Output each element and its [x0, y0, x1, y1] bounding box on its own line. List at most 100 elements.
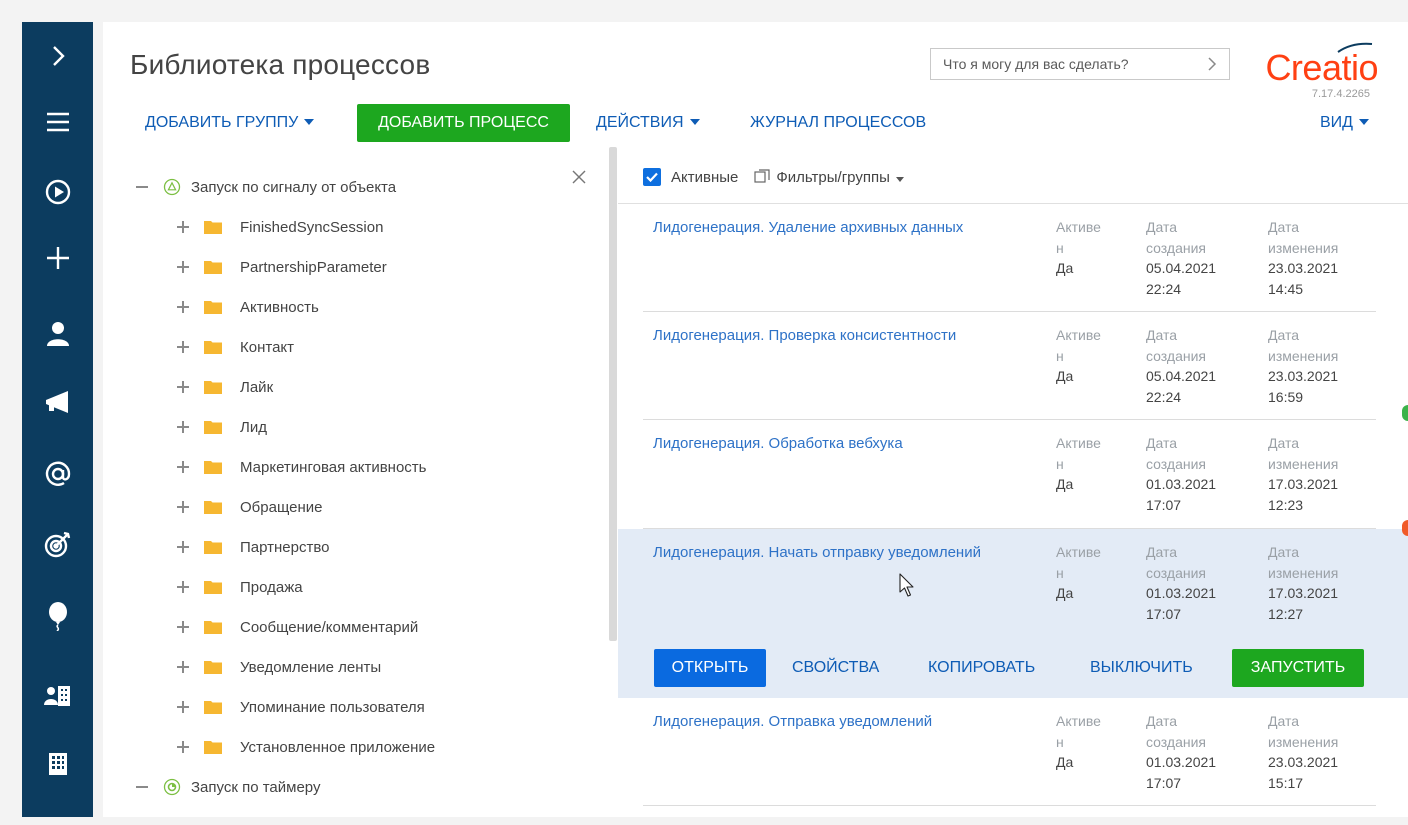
expand-toggle[interactable]: [176, 580, 190, 594]
expand-toggle[interactable]: [176, 340, 190, 354]
expand-toggle[interactable]: [176, 660, 190, 674]
modified-date: 23.03.2021: [1268, 754, 1339, 770]
table-row[interactable]: Лидогенерация. Удаление архивных данных А…: [618, 204, 1408, 312]
tree-scrollbar[interactable]: [609, 147, 617, 641]
collapse-toggle[interactable]: [135, 780, 149, 794]
organizations-button[interactable]: [22, 742, 93, 786]
tree-node-folder[interactable]: FinishedSyncSession: [176, 215, 383, 239]
tree-node-folder[interactable]: Партнерство: [176, 535, 330, 559]
folder-icon: [204, 221, 222, 234]
table-row[interactable]: Лидогенерация. Отправка уведомлений Актив…: [618, 698, 1408, 806]
expand-toggle[interactable]: [176, 260, 190, 274]
balloon-icon: [48, 602, 67, 631]
expand-toggle[interactable]: [176, 620, 190, 634]
tree-node-label: Лид: [240, 418, 267, 436]
tree-node-folder[interactable]: Лайк: [176, 375, 273, 399]
active-label: Активе: [1056, 713, 1101, 729]
add-process-button[interactable]: ДОБАВИТЬ ПРОЦЕСС: [357, 104, 570, 142]
command-line-input[interactable]: Что я могу для вас сделать?: [930, 48, 1230, 80]
email-button[interactable]: [22, 452, 93, 496]
process-name-link[interactable]: Лидогенерация. Удаление архивных данных: [653, 217, 1033, 239]
actions-menu-button[interactable]: ДЕЙСТВИЯ: [596, 114, 700, 132]
tree-node-folder[interactable]: Активность: [176, 295, 319, 319]
contacts-button[interactable]: [22, 312, 93, 356]
active-checkbox[interactable]: [643, 168, 661, 186]
view-menu-button[interactable]: ВИД: [1320, 114, 1370, 132]
tree-node-folder[interactable]: Лид: [176, 415, 267, 439]
menu-icon: [46, 112, 69, 132]
active-column: Активе н Да: [1056, 433, 1116, 495]
modified-label-wrap: изменения: [1268, 455, 1339, 472]
tree-node-signal[interactable]: Запуск по сигналу от объекта: [135, 175, 396, 199]
disable-button[interactable]: ВЫКЛЮЧИТЬ: [1090, 649, 1193, 687]
created-label: Дата: [1146, 219, 1178, 235]
tree-node-folder[interactable]: Уведомление ленты: [176, 655, 381, 679]
expand-toggle[interactable]: [176, 300, 190, 314]
opportunities-button[interactable]: [22, 594, 93, 638]
tree-node-label: Активность: [240, 298, 319, 316]
modified-time: 12:23: [1268, 496, 1304, 513]
table-row[interactable]: Лидогенерация. Проверка консистентности А…: [618, 312, 1408, 420]
tree-node-folder[interactable]: Сообщение/комментарий: [176, 615, 418, 639]
open-button[interactable]: ОТКРЫТЬ: [654, 649, 766, 687]
tree-node-folder[interactable]: Контакт: [176, 335, 294, 359]
expand-toggle[interactable]: [176, 380, 190, 394]
collapse-toggle[interactable]: [135, 180, 149, 194]
process-name-link[interactable]: Лидогенерация. Проверка консистентности: [653, 325, 1033, 347]
tree-node-folder[interactable]: Обращение: [176, 495, 322, 519]
tree-node-timer[interactable]: Запуск по таймеру: [135, 775, 320, 799]
tree-node-folder[interactable]: Продажа: [176, 575, 303, 599]
tree-node-folder[interactable]: Установленное приложение: [176, 735, 435, 759]
created-column: Дата создания 01.03.2021 17:07: [1146, 542, 1246, 624]
expand-toggle[interactable]: [176, 500, 190, 514]
marketing-button[interactable]: [22, 380, 93, 424]
main-menu-button[interactable]: [22, 100, 93, 144]
collapse-toggle-button[interactable]: [22, 34, 93, 78]
expand-toggle[interactable]: [176, 740, 190, 754]
copy-button[interactable]: КОПИРОВАТЬ: [928, 649, 1035, 687]
folder-icon: [204, 301, 222, 314]
folder-icon: [204, 701, 222, 714]
modified-label-wrap: изменения: [1268, 347, 1339, 364]
expand-toggle[interactable]: [176, 220, 190, 234]
modified-date: 17.03.2021: [1268, 585, 1339, 601]
process-log-button[interactable]: ЖУРНАЛ ПРОЦЕССОВ: [750, 114, 926, 132]
building-icon: [48, 753, 67, 775]
command-go-button[interactable]: [1195, 49, 1229, 79]
properties-button[interactable]: СВОЙСТВА: [792, 649, 879, 687]
process-run-button[interactable]: [22, 170, 93, 214]
folder-icon: [204, 581, 222, 594]
tree-node-folder[interactable]: Маркетинговая активность: [176, 455, 426, 479]
created-label-wrap: создания: [1146, 455, 1206, 472]
modified-label: Дата: [1268, 544, 1300, 560]
accounts-button[interactable]: [22, 674, 93, 718]
table-row-selected[interactable]: Лидогенерация. Начать отправку уведомлен…: [618, 529, 1408, 698]
active-label: Активе: [1056, 327, 1101, 343]
expand-toggle[interactable]: [176, 420, 190, 434]
tree-node-folder[interactable]: PartnershipParameter: [176, 255, 387, 279]
quick-add-button[interactable]: [22, 236, 93, 280]
command-line-placeholder: Что я могу для вас сделать?: [943, 56, 1129, 72]
expand-toggle[interactable]: [176, 540, 190, 554]
add-group-button[interactable]: ДОБАВИТЬ ГРУППУ: [145, 114, 315, 132]
row-actions: ОТКРЫТЬ СВОЙСТВА КОПИРОВАТЬ ВЫКЛЮЧИТЬ ЗАПУСТ…: [618, 646, 1408, 687]
mouse-cursor-icon: [899, 573, 914, 597]
expand-toggle[interactable]: [176, 700, 190, 714]
created-time: 22:24: [1146, 388, 1182, 405]
tree-node-label: Продажа: [240, 578, 303, 596]
process-name-link[interactable]: Лидогенерация. Начать отправку уведомлен…: [653, 542, 1033, 564]
process-name-link[interactable]: Лидогенерация. Обработка вебхука: [653, 433, 1033, 455]
active-column: Активе н Да: [1056, 542, 1116, 604]
leads-button[interactable]: [22, 522, 93, 566]
timer-icon: [163, 778, 181, 796]
expand-toggle[interactable]: [176, 460, 190, 474]
created-column: Дата создания 05.04.2021 22:24: [1146, 325, 1246, 407]
active-value: Да: [1056, 585, 1074, 601]
folder-icon: [204, 381, 222, 394]
filters-groups-button[interactable]: Фильтры/группы: [776, 169, 904, 186]
tree-node-folder[interactable]: Упоминание пользователя: [176, 695, 425, 719]
folder-icon: [204, 461, 222, 474]
table-row[interactable]: Лидогенерация. Обработка вебхука Активе н Д…: [618, 420, 1408, 529]
run-button[interactable]: ЗАПУСТИТЬ: [1232, 649, 1364, 687]
process-name-link[interactable]: Лидогенерация. Отправка уведомлений: [653, 711, 1033, 733]
